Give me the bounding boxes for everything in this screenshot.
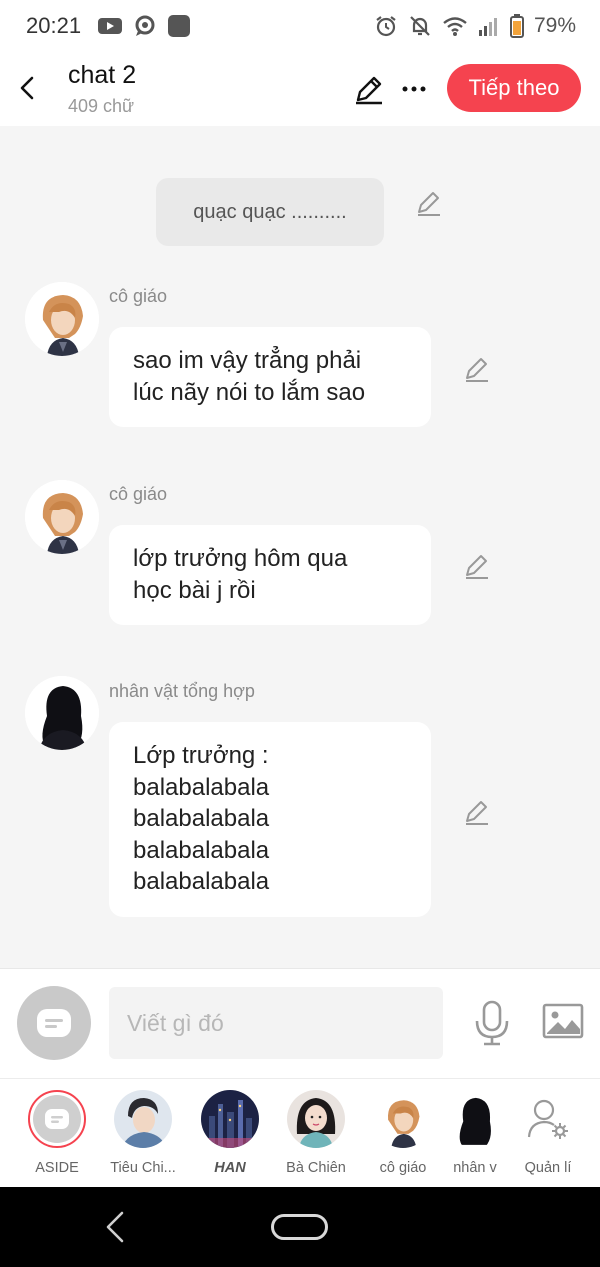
avatar-teacher[interactable] <box>25 480 99 554</box>
pencil-icon <box>466 358 488 382</box>
message-bubble[interactable]: lớp trưởng hôm qua học bài j rồi <box>109 525 431 625</box>
system-nav-bar <box>0 1187 600 1267</box>
aside-avatar <box>28 1090 86 1148</box>
character-name: Bà Chiên <box>286 1160 346 1176</box>
youtube-icon <box>97 16 123 36</box>
silhouette-avatar-icon <box>25 676 99 750</box>
silhouette-avatar-icon <box>446 1090 504 1148</box>
message-bubble[interactable]: sao im vậy trẳng phải lúc nãy nói to lắm… <box>109 327 431 427</box>
speaker-name: cô giáo <box>109 286 168 306</box>
edit-message-button[interactable] <box>462 797 492 827</box>
edit-narration-button[interactable] <box>414 188 444 218</box>
more-icon <box>402 86 426 92</box>
signal-icon <box>478 15 500 37</box>
status-bar: 20:21 79% <box>0 0 600 52</box>
teacher-avatar-icon <box>374 1090 432 1148</box>
more-options-button[interactable] <box>398 74 430 104</box>
character-avatar <box>114 1090 172 1148</box>
word-count: 409 chữ <box>68 96 135 116</box>
speaker-name: cô giáo <box>109 484 168 504</box>
character-name: HAN <box>214 1160 246 1176</box>
header: chat 2 409 chữ Tiếp theo <box>0 52 600 126</box>
microphone-icon <box>475 1000 509 1046</box>
character-bar: ASIDE Tiêu Chi... HAN Bà Chiên cô giáo n… <box>0 1078 600 1187</box>
back-button[interactable] <box>12 68 42 108</box>
app-icon <box>167 14 191 38</box>
character-avatar <box>201 1090 259 1148</box>
character-teacher[interactable]: cô giáo <box>358 1090 448 1176</box>
next-button[interactable]: Tiếp theo <box>447 64 581 112</box>
message-bubble[interactable]: Lớp trưởng : balabalabala balabalabala b… <box>109 722 431 917</box>
character-tieu-chi[interactable]: Tiêu Chi... <box>98 1090 188 1176</box>
manage-characters-button[interactable]: Quản lí <box>503 1090 593 1176</box>
aside-icon <box>37 1009 71 1037</box>
character-avatar <box>287 1090 345 1148</box>
system-back-button[interactable] <box>100 1209 130 1245</box>
page-title: chat 2 <box>68 61 137 89</box>
status-time: 20:21 <box>26 13 82 38</box>
image-icon <box>542 1003 584 1039</box>
character-name: Tiêu Chi... <box>110 1160 176 1176</box>
edit-message-button[interactable] <box>462 551 492 581</box>
pencil-icon <box>466 801 488 825</box>
chat-area: quạc quạc .......... cô giáo sao im vậy … <box>0 126 600 968</box>
chevron-left-icon <box>20 76 34 100</box>
user-settings-icon <box>527 1099 568 1139</box>
character-ba-chien[interactable]: Bà Chiên <box>271 1090 361 1176</box>
character-name: nhân v <box>453 1160 497 1176</box>
pencil-icon <box>418 192 440 216</box>
speaker-name: nhân vật tổng hợp <box>109 681 255 701</box>
character-name: Quản lí <box>524 1160 572 1176</box>
alarm-icon <box>374 14 398 38</box>
manage-avatar <box>519 1090 577 1148</box>
edit-message-button[interactable] <box>462 354 492 384</box>
character-aside[interactable]: ASIDE <box>12 1090 102 1176</box>
mute-notification-icon <box>408 14 432 38</box>
battery-icon <box>509 14 524 38</box>
city-night-avatar-icon <box>201 1090 259 1148</box>
chat-bubble-icon <box>133 15 157 37</box>
chevron-left-icon <box>106 1211 124 1243</box>
character-name: cô giáo <box>379 1160 427 1176</box>
aside-toggle-button[interactable] <box>17 986 91 1060</box>
character-composite[interactable]: nhân v <box>443 1090 507 1176</box>
image-upload-button[interactable] <box>541 1001 585 1041</box>
voice-input-button[interactable] <box>472 999 512 1047</box>
female-avatar-icon <box>287 1090 345 1148</box>
edit-title-button[interactable] <box>352 72 386 106</box>
avatar-teacher[interactable] <box>25 282 99 356</box>
input-bar <box>0 968 600 1078</box>
message-input[interactable] <box>109 987 443 1059</box>
narration-bubble[interactable]: quạc quạc .......... <box>156 178 384 246</box>
wifi-icon <box>442 15 468 37</box>
male-avatar-icon <box>114 1090 172 1148</box>
teacher-avatar-icon <box>25 480 99 554</box>
pencil-icon <box>356 76 382 105</box>
character-han[interactable]: HAN <box>185 1090 275 1176</box>
character-avatar <box>446 1090 504 1148</box>
pencil-icon <box>466 555 488 579</box>
character-avatar <box>374 1090 432 1148</box>
aside-icon <box>45 1109 69 1129</box>
system-home-button[interactable] <box>271 1214 328 1240</box>
character-name: ASIDE <box>35 1160 79 1176</box>
battery-level: 79% <box>533 14 576 37</box>
teacher-avatar-icon <box>25 282 99 356</box>
avatar-composite-character[interactable] <box>25 676 99 750</box>
